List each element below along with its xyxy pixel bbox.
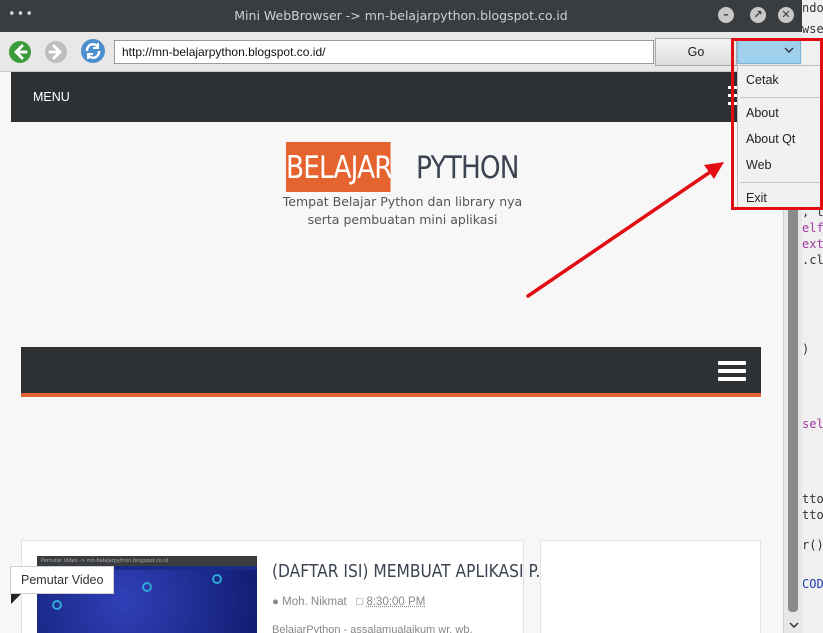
annotation-arrow bbox=[526, 162, 724, 298]
